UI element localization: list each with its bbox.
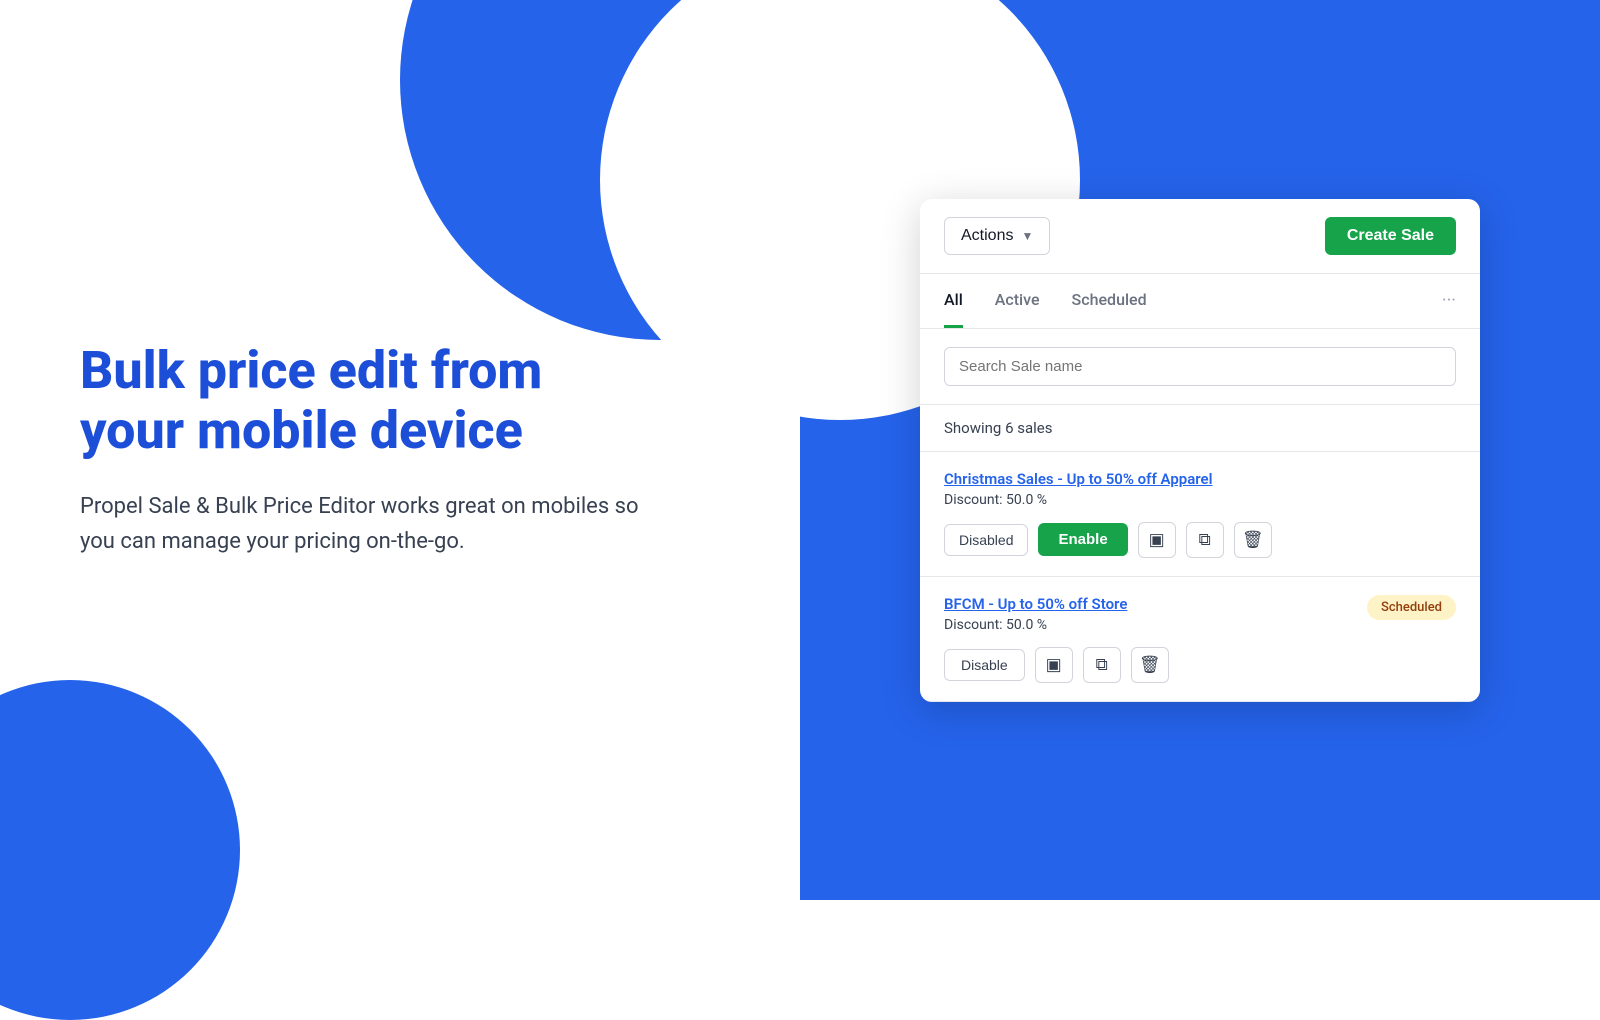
search-section xyxy=(920,329,1480,405)
tab-scheduled[interactable]: Scheduled xyxy=(1072,274,1147,328)
sale-title-2[interactable]: BFCM - Up to 50% off Store xyxy=(944,595,1127,613)
copy-icon-2: ⧉ xyxy=(1096,655,1108,675)
delete-icon: 🗑 xyxy=(1242,530,1264,550)
edit-button-2[interactable]: ▣ xyxy=(1035,647,1073,683)
delete-button[interactable]: 🗑 xyxy=(1234,522,1272,558)
sale-actions-row-2: Disable ▣ ⧉ 🗑 xyxy=(944,647,1456,683)
edit-icon: ▣ xyxy=(1149,530,1165,550)
app-topbar: Actions ▼ Create Sale xyxy=(920,199,1480,274)
showing-count: Showing 6 sales xyxy=(920,405,1480,452)
delete-icon-2: 🗑 xyxy=(1139,655,1161,675)
sale-discount-2: Discount: 50.0 % xyxy=(944,617,1127,633)
sale-actions-row: Disabled Enable ▣ ⧉ 🗑 xyxy=(944,522,1456,558)
copy-button-2[interactable]: ⧉ xyxy=(1083,647,1121,683)
create-sale-button[interactable]: Create Sale xyxy=(1325,217,1456,255)
copy-button[interactable]: ⧉ xyxy=(1186,522,1224,558)
scheduled-badge: Scheduled xyxy=(1367,595,1456,620)
sale-discount: Discount: 50.0 % xyxy=(944,492,1456,508)
sale-title[interactable]: Christmas Sales - Up to 50% off Apparel xyxy=(944,470,1456,488)
tab-all[interactable]: All xyxy=(944,274,963,328)
tab-more[interactable]: ··· xyxy=(1442,290,1456,311)
right-panel: Actions ▼ Create Sale All Active Schedul… xyxy=(800,0,1600,900)
disable-button[interactable]: Disable xyxy=(944,649,1025,681)
copy-icon: ⧉ xyxy=(1199,530,1211,550)
delete-button-2[interactable]: 🗑 xyxy=(1131,647,1169,683)
search-input[interactable] xyxy=(944,347,1456,386)
heading: Bulk price edit from your mobile device xyxy=(80,341,640,461)
tab-active[interactable]: Active xyxy=(995,274,1040,328)
chevron-down-icon: ▼ xyxy=(1021,229,1033,243)
sale-item: Christmas Sales - Up to 50% off Apparel … xyxy=(920,452,1480,577)
left-content: Bulk price edit from your mobile device … xyxy=(80,341,640,559)
actions-button[interactable]: Actions ▼ xyxy=(944,217,1050,255)
disabled-badge[interactable]: Disabled xyxy=(944,524,1028,556)
edit-button[interactable]: ▣ xyxy=(1138,522,1176,558)
card-body[interactable]: All Active Scheduled ··· Showing 6 sales… xyxy=(920,274,1480,702)
sale-item: BFCM - Up to 50% off Store Discount: 50.… xyxy=(920,577,1480,702)
app-card: Actions ▼ Create Sale All Active Schedul… xyxy=(920,199,1480,702)
enable-button[interactable]: Enable xyxy=(1038,523,1127,556)
description: Propel Sale & Bulk Price Editor works gr… xyxy=(80,489,640,559)
edit-icon-2: ▣ xyxy=(1046,655,1062,675)
tabs-row: All Active Scheduled ··· xyxy=(920,274,1480,329)
